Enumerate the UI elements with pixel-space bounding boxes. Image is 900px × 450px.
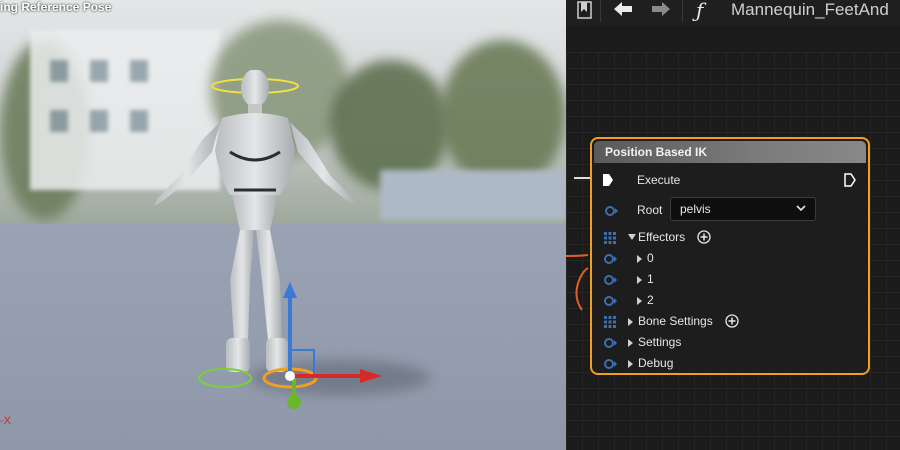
function-icon: ƒ — [696, 0, 704, 22]
expand-triangle-icon[interactable] — [637, 276, 642, 284]
effector-index-label: 1 — [647, 272, 654, 286]
root-bone-dropdown[interactable]: pelvis — [670, 197, 816, 221]
position-based-ik-node[interactable]: Position Based IK Execute Root pelvis Ef… — [590, 137, 870, 375]
node-header[interactable]: Position Based IK — [594, 141, 866, 163]
debug-label: Debug — [638, 356, 674, 370]
toolbar-separator — [682, 0, 683, 22]
expand-triangle-icon[interactable] — [628, 234, 636, 240]
execute-row: Execute — [592, 171, 868, 191]
root-pin-icon[interactable] — [604, 206, 618, 216]
debug-row[interactable]: Debug — [592, 354, 868, 374]
expand-triangle-icon[interactable] — [637, 255, 642, 263]
add-effector-icon[interactable] — [697, 230, 711, 244]
effector-item[interactable]: 2 — [592, 291, 868, 311]
graph-tab-title[interactable]: Mannequin_FeetAnd — [731, 0, 889, 20]
effector-item[interactable]: 0 — [592, 249, 868, 269]
axis-label: -X — [0, 415, 11, 427]
exec-output-pin-icon[interactable] — [844, 173, 856, 187]
effector-pin-icon[interactable] — [604, 254, 618, 264]
background-parking — [380, 170, 566, 220]
expand-triangle-icon[interactable] — [628, 360, 633, 368]
bone-settings-label: Bone Settings — [638, 314, 713, 328]
effector-pin-icon[interactable] — [604, 275, 618, 285]
3d-viewport[interactable]: ing Reference Pose -X — [0, 0, 566, 450]
settings-row[interactable]: Settings — [592, 333, 868, 353]
effector-index-label: 0 — [647, 251, 654, 265]
execute-label: Execute — [637, 173, 681, 187]
root-row: Root pelvis — [592, 197, 868, 221]
settings-label: Settings — [638, 335, 682, 349]
expand-triangle-icon[interactable] — [628, 318, 633, 326]
debug-pin-icon[interactable] — [604, 359, 618, 369]
root-bone-value: pelvis — [680, 202, 711, 216]
bone-settings-row[interactable]: Bone Settings — [592, 312, 868, 332]
exec-input-pin-icon[interactable] — [602, 173, 614, 187]
expand-triangle-icon[interactable] — [628, 339, 633, 347]
back-button[interactable] — [610, 0, 636, 22]
forward-button[interactable] — [648, 0, 674, 22]
array-pin-icon[interactable] — [604, 232, 616, 244]
effectors-row[interactable]: Effectors — [592, 228, 868, 248]
bookmark-button[interactable] — [574, 0, 596, 22]
root-label: Root — [637, 203, 663, 217]
graph-toolbar: ƒ Mannequin_FeetAnd — [566, 0, 900, 26]
arrow-left-icon — [614, 2, 632, 16]
expand-triangle-icon[interactable] — [637, 297, 642, 305]
background-tree — [440, 40, 566, 190]
chevron-down-icon — [796, 205, 806, 212]
add-bone-setting-icon[interactable] — [725, 314, 739, 328]
arrow-right-icon — [652, 2, 670, 16]
array-pin-icon[interactable] — [604, 316, 616, 328]
effectors-label: Effectors — [638, 230, 686, 244]
effector-pin-icon[interactable] — [604, 296, 618, 306]
effector-item[interactable]: 1 — [592, 270, 868, 290]
toolbar-separator — [600, 0, 601, 22]
effector-index-label: 2 — [647, 293, 654, 307]
bookmark-icon — [577, 1, 592, 19]
settings-pin-icon[interactable] — [604, 338, 618, 348]
node-title: Position Based IK — [605, 145, 708, 159]
left-foot-control-ring[interactable] — [198, 368, 252, 388]
viewport-mode-label: ing Reference Pose — [0, 0, 112, 14]
transform-gizmo[interactable] — [250, 280, 390, 420]
